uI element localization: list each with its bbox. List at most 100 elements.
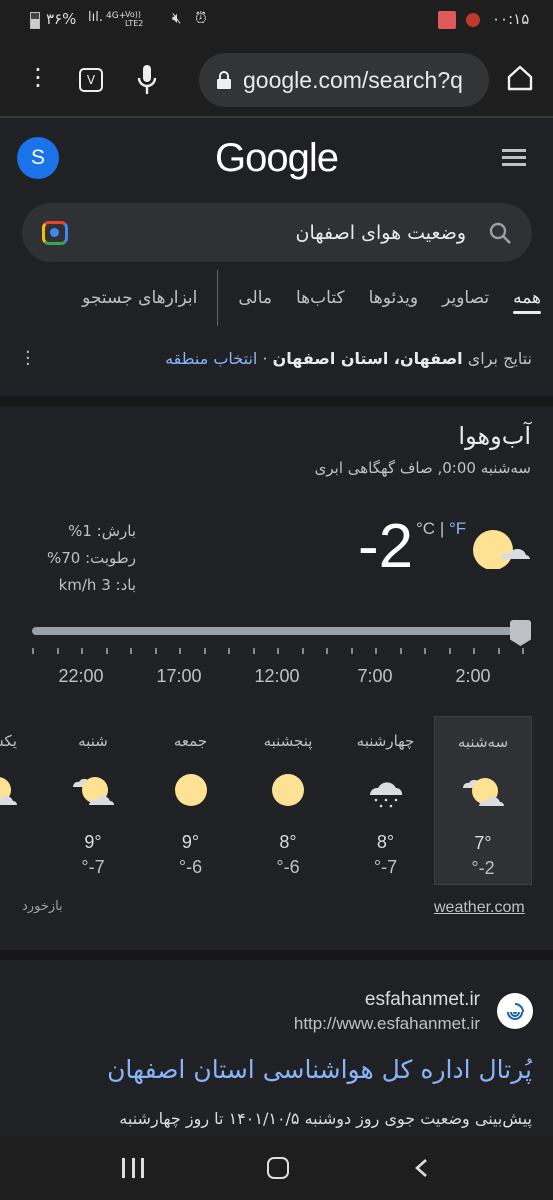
current-temperature: -2 (358, 512, 414, 581)
alarm-icon: ⏰︎ (195, 9, 207, 27)
recent-apps-button[interactable] (122, 1158, 144, 1178)
slider-tick (277, 648, 279, 654)
result-title-link[interactable]: پُرتال اداره کل هواشناسی استان اصفهان (107, 1055, 532, 1084)
unit-separator: | (439, 519, 445, 538)
battery-icon (30, 12, 40, 29)
precipitation: بارش: 1% (68, 522, 136, 540)
location-separator: · (257, 349, 273, 368)
fahrenheit-button[interactable]: °F (449, 519, 466, 538)
divider (0, 950, 553, 960)
forecast-day[interactable]: پنجشنبه 8° °-6 (239, 716, 337, 885)
site-favicon (497, 993, 533, 1029)
signal-icon: lıl. (88, 10, 103, 25)
result-url[interactable]: http://www.esfahanmet.ir (294, 1014, 480, 1034)
time-label: 12:00 (254, 666, 300, 686)
tab-images[interactable]: تصاویر (430, 270, 501, 326)
tab-finance[interactable]: مالی (226, 270, 284, 326)
partly-cloudy-icon (435, 765, 531, 817)
partly-cloudy-icon (0, 764, 45, 816)
android-nav-bar (0, 1136, 553, 1200)
high-temp: 7° (474, 833, 492, 853)
result-site-name[interactable]: esfahanmet.ir (365, 989, 480, 1011)
day-name: پنجشنبه (263, 732, 313, 750)
status-bar: ۳۶% lıl. 4G+ Vo)) LTE2 🔇︎ ⏰︎ ۰۰:۱۵ (0, 0, 553, 40)
partly-cloudy-icon (472, 529, 532, 573)
forecast-day[interactable]: چهارشنبه 8° °-7 (337, 716, 435, 885)
home-nav-button[interactable] (267, 1157, 289, 1179)
forecast-day[interactable]: یکشنبه ° 6 (0, 716, 45, 885)
high-temp: 9° (84, 832, 102, 852)
slider-tick (56, 648, 59, 654)
location-line: نتایج برای اصفهان، استان اصفهان · انتخاب… (165, 349, 532, 368)
slider-tick (130, 648, 132, 654)
forecast-day[interactable]: شنبه 9° °-7 (44, 716, 142, 885)
google-logo[interactable]: Google (0, 136, 553, 181)
low-temp: °-7 (81, 857, 105, 877)
tabs-divider (217, 270, 219, 326)
weather-title: آب‌وهوا (458, 422, 531, 450)
low-temp: °-7 (373, 857, 398, 877)
feedback-link[interactable]: بازخورد (22, 899, 63, 914)
slider-tick (326, 648, 328, 654)
tab-all[interactable]: همه (501, 270, 553, 326)
battery-level: ۳۶% (46, 10, 77, 28)
low-temp: 6 (0, 857, 45, 878)
volte-indicator: Vo)) LTE2 (125, 10, 144, 28)
time-label: 17:00 (156, 666, 202, 686)
menu-dots-icon[interactable]: · · · (28, 58, 48, 98)
partly-cloudy-icon (44, 764, 142, 816)
slider-tick (448, 648, 451, 654)
sunny-icon (239, 764, 337, 816)
time-slider-track[interactable] (32, 627, 522, 635)
weather-subtitle: سه‌شنبه 0:00, صاف گهگاهی ابری (314, 459, 531, 477)
tab-switcher-button[interactable]: V (79, 68, 103, 92)
mic-icon[interactable] (137, 64, 157, 100)
hamburger-menu-icon[interactable] (502, 149, 526, 166)
slider-tick (424, 648, 426, 654)
tab-videos[interactable]: ویدئوها (357, 270, 431, 326)
slider-tick (399, 648, 402, 654)
low-temp: °-6 (178, 857, 203, 877)
low-temp: °-2 (471, 858, 495, 878)
time-label: 22:00 (58, 666, 104, 686)
lock-icon (217, 71, 231, 89)
slider-tick (301, 648, 304, 654)
search-input[interactable]: وضعیت هوای اصفهان (296, 222, 466, 244)
browser-toolbar: · · · V google.com/search?q (0, 40, 553, 118)
unit-toggle: °C | °F (416, 519, 466, 539)
high-temp: 9° (181, 832, 200, 852)
search-tabs: همه تصاویر ویدئوها کتاب‌ها مالی ابزارهای… (0, 270, 553, 326)
slider-tick (473, 648, 475, 654)
celsius-button[interactable]: °C (416, 519, 435, 538)
forecast-day[interactable]: جمعه 9° °-6 (142, 716, 240, 885)
humidity: رطوبت: 70% (46, 549, 136, 567)
slider-tick (375, 648, 377, 654)
change-region-link[interactable]: انتخاب منطقه (165, 349, 257, 368)
back-button[interactable] (414, 1158, 428, 1182)
weather-details: بارش: 1% رطوبت: 70% باد: 3 km/h (30, 518, 136, 599)
more-options-icon[interactable]: · · · (25, 344, 31, 374)
url-text: google.com/search?q (243, 66, 463, 93)
forecast-day[interactable]: سه‌شنبه 7° °-2 (434, 716, 532, 885)
search-box[interactable]: وضعیت هوای اصفهان (22, 203, 532, 262)
result-snippet: پیش‌بینی وضعیت جوی روز دوشنبه ۱۴۰۱/۱۰/۵ … (119, 1109, 532, 1128)
slider-tick (228, 648, 230, 654)
high-temp: ° (0, 832, 45, 853)
weather-source-link[interactable]: weather.com (434, 899, 525, 917)
slider-tick (350, 648, 353, 654)
mute-icon: 🔇︎ (172, 9, 182, 27)
app-notification-icon-2 (466, 13, 480, 27)
slider-tick (252, 648, 255, 654)
divider (0, 396, 553, 406)
home-button[interactable] (506, 64, 534, 96)
google-lens-icon[interactable] (42, 220, 68, 245)
address-bar[interactable]: google.com/search?q (199, 53, 489, 107)
clock: ۰۰:۱۵ (492, 10, 530, 28)
slider-tick (154, 648, 157, 654)
tab-search-tools[interactable]: ابزارهای جستجو (70, 270, 209, 326)
search-icon[interactable] (488, 221, 512, 245)
sunny-icon (142, 764, 240, 816)
tab-books[interactable]: کتاب‌ها (284, 270, 357, 326)
slider-tick (81, 648, 83, 654)
day-name: چهارشنبه (356, 732, 415, 750)
